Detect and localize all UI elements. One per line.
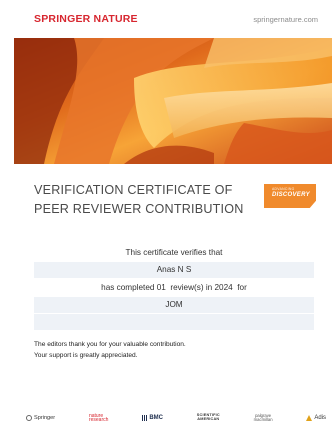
site-link[interactable]: springernature.com bbox=[253, 15, 318, 24]
intro-row: This certificate verifies that bbox=[34, 244, 314, 260]
review-suffix: review(s) in bbox=[165, 282, 215, 292]
completed-prefix: has completed bbox=[101, 282, 157, 292]
reviewer-name: Anas N S bbox=[156, 265, 192, 275]
header: SPRINGER NATURE springernature.com bbox=[0, 0, 332, 38]
badge-main-text: DISCOVERY bbox=[272, 192, 310, 198]
for-label: for bbox=[232, 282, 247, 292]
certificate-details: This certificate verifies that Anas N S … bbox=[34, 244, 314, 332]
scientific-american-logo: SCIENTIFIC AMERICAN bbox=[197, 413, 220, 422]
adis-logo: Adis bbox=[306, 415, 326, 421]
canyon-photo bbox=[14, 38, 332, 164]
name-row: Anas N S bbox=[34, 261, 314, 278]
thanks-line-1: The editors thank you for your valuable … bbox=[34, 341, 186, 348]
adis-logo-text: Adis bbox=[314, 415, 326, 421]
badge-top-text: ADVANCING bbox=[272, 187, 295, 191]
review-count: 01 bbox=[156, 282, 166, 292]
bmc-logo: BMC bbox=[142, 415, 163, 421]
hero-image bbox=[14, 38, 332, 164]
bmc-bars-icon bbox=[142, 415, 148, 421]
intro-text: This certificate verifies that bbox=[125, 247, 223, 257]
title-line-2: PEER REVIEWER CONTRIBUTION bbox=[34, 202, 244, 216]
sciam-line-2: AMERICAN bbox=[197, 417, 220, 421]
certificate-title: VERIFICATION CERTIFICATE OF PEER REVIEWE… bbox=[34, 181, 264, 219]
palgrave-line-2: macmillan bbox=[253, 417, 273, 422]
thanks-line-2: Your support is greatly appreciated. bbox=[34, 352, 138, 359]
adis-triangle-icon bbox=[306, 415, 313, 421]
journal-row: JOM bbox=[34, 296, 314, 313]
brand-logo: SPRINGER NATURE bbox=[34, 13, 138, 25]
review-count-row: has completed 01 review(s) in 2024 for bbox=[34, 279, 314, 295]
research-logo-text: research bbox=[88, 417, 109, 423]
thank-you-note: The editors thank you for your valuable … bbox=[34, 339, 304, 361]
title-line-1: VERIFICATION CERTIFICATE OF bbox=[34, 183, 233, 197]
springer-logo: Springer bbox=[26, 415, 55, 421]
palgrave-macmillan-logo: palgrave macmillan bbox=[253, 413, 273, 422]
nature-research-logo: nature research bbox=[88, 413, 109, 423]
springer-horse-icon bbox=[26, 415, 32, 421]
bmc-logo-text: BMC bbox=[149, 415, 163, 421]
review-year: 2024 bbox=[214, 282, 233, 292]
advancing-discovery-badge: ADVANCING DISCOVERY bbox=[264, 184, 316, 208]
journal-name: JOM bbox=[165, 300, 183, 310]
springer-logo-text: Springer bbox=[34, 415, 56, 421]
blank-row bbox=[34, 314, 314, 331]
